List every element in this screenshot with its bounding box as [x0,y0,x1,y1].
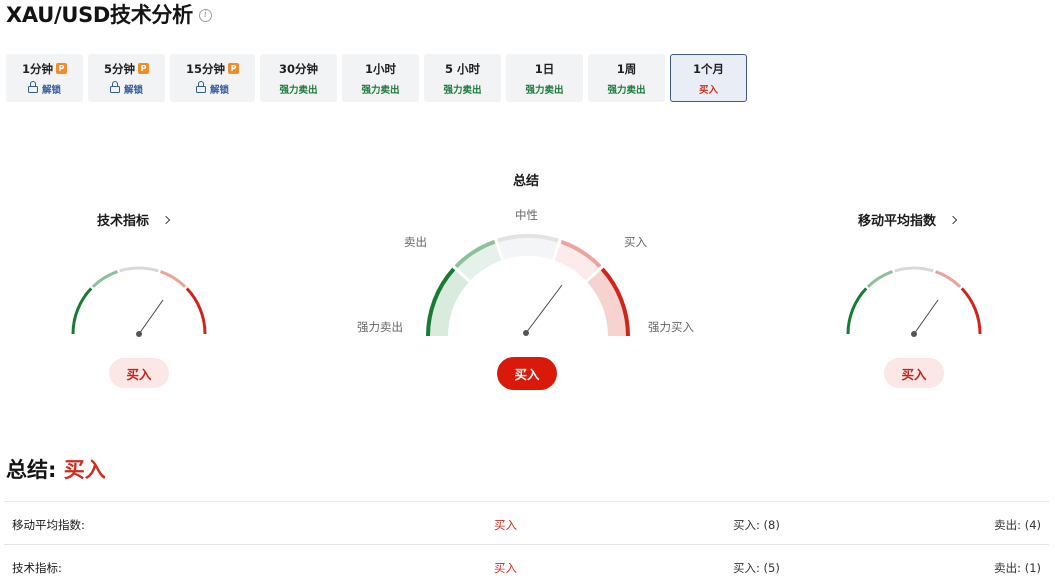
row-buy-count: 买入: (5) [733,561,780,575]
gauge-needle [913,299,939,335]
gauge-pivot [136,331,142,337]
row-sell-count: 卖出: (1) [994,561,1041,575]
tab-status: 强力卖出 [361,84,400,96]
tab-status: 解锁 [209,84,229,96]
gauge-title: 技术指标 [97,214,150,229]
gauge-segment-strong-buy [185,287,207,335]
gauge-segment-buy [159,270,187,288]
timeframe-tabs: 1分钟 P 解锁 5分钟 P 解锁 15分钟 P 解锁 30分钟 强力卖出 1小时 强… [6,54,752,102]
info-icon[interactable]: i [198,8,212,22]
gauge-pivot [911,331,917,337]
summary-label: 总结: [6,458,57,482]
tab-1day[interactable]: 1日 强力卖出 [506,54,583,102]
gauge-segment-buy [934,270,962,288]
gauge-segment-strong-sell [846,287,868,335]
lock-icon [109,81,120,93]
table-row: 移动平均指数: 买入 买入: (8) 卖出: (4) [4,501,1049,544]
technical-gauge [71,266,207,337]
moving-averages-gauge [846,266,982,337]
page-title: XAU/USD技术分析 [6,3,193,27]
label-neutral: 中性 [515,208,538,222]
tab-1week[interactable]: 1周 强力卖出 [588,54,665,102]
technical-result-badge: 买入 [109,358,169,388]
label-strong-sell: 强力卖出 [357,320,403,334]
summary-table: 移动平均指数: 买入 买入: (8) 卖出: (4) 技术指标: 买入 买入: … [4,501,1049,578]
gauge-segment-sell [866,270,894,288]
chevron-right-icon [948,215,958,224]
summary-gauge [425,233,631,337]
tab-label: 1日 [534,61,555,76]
tab-status: 强力卖出 [525,84,564,96]
tab-label: 5分钟 [103,61,135,76]
tab-label: 1个月 [692,61,724,76]
tab-status: 解锁 [123,84,143,96]
tab-status: 强力卖出 [607,84,646,96]
tab-label: 1分钟 [21,61,53,76]
tab-1month[interactable]: 1个月 买入 [670,54,747,102]
gauge-pivot [523,330,529,336]
tab-label: 15分钟 [185,61,225,76]
pro-icon: P [228,63,239,74]
row-verdict: 买入 [494,561,517,575]
lock-icon [195,81,206,93]
row-buy-count: 买入: (8) [733,518,780,532]
gauge-needle [525,284,563,334]
pro-icon: P [56,63,67,74]
row-sell-count: 卖出: (4) [994,518,1041,532]
gauge-segment-strong-buy [960,287,982,335]
tab-5min[interactable]: 5分钟 P 解锁 [88,54,165,102]
row-label: 移动平均指数: [12,518,85,532]
chevron-right-icon [161,215,171,224]
tab-status: 买入 [698,84,718,96]
tab-status: 解锁 [41,84,61,96]
lock-icon [27,81,38,93]
gauge-needle [138,299,164,335]
tab-30min[interactable]: 30分钟 强力卖出 [260,54,337,102]
technical-indicators-link[interactable]: 技术指标 [97,210,171,229]
gauge-segment-sell [91,270,119,288]
moving-averages-result-badge: 买入 [884,358,944,388]
gauge-segment-neutral [119,266,159,273]
tab-1min[interactable]: 1分钟 P 解锁 [6,54,83,102]
row-label: 技术指标: [12,561,62,575]
gauge-segment-neutral [894,266,934,273]
tab-15min[interactable]: 15分钟 P 解锁 [170,54,255,102]
table-row: 技术指标: 买入 买入: (5) 卖出: (1) [4,544,1049,578]
tab-label: 1小时 [364,61,396,76]
tab-status: 强力卖出 [279,84,318,96]
tab-1hour[interactable]: 1小时 强力卖出 [342,54,419,102]
tab-label: 5 小时 [444,61,480,76]
summary-gauge-title: 总结 [513,174,540,189]
tab-label: 1周 [616,61,637,76]
summary-result-badge: 买入 [497,357,557,390]
gauge-segment-strong-sell [71,287,93,335]
label-strong-buy: 强力买入 [648,320,694,334]
moving-averages-link[interactable]: 移动平均指数 [858,210,958,229]
gauge-title: 移动平均指数 [858,214,937,229]
summary-heading: 总结: 买入 [6,454,106,484]
title-row: XAU/USD技术分析 i [6,0,212,28]
tab-status: 强力卖出 [443,84,482,96]
row-verdict: 买入 [494,518,517,532]
tab-label: 30分钟 [278,61,318,76]
pro-icon: P [138,63,149,74]
tab-5hour[interactable]: 5 小时 强力卖出 [424,54,501,102]
summary-verdict: 买入 [63,458,106,482]
